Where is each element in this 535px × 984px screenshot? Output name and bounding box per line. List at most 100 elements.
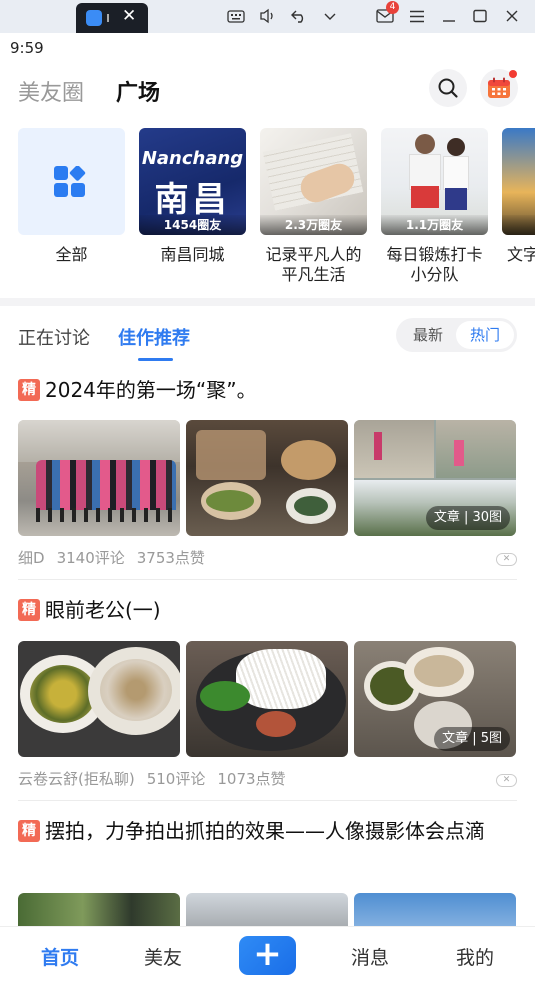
menu-icon[interactable] [405, 5, 429, 27]
calendar-icon [488, 77, 510, 98]
post-card[interactable]: 精 2024年的第一场“聚”。 文章 | 30图 细D 3140评论 3753点赞 ✕ [0, 366, 535, 580]
circle-name: 每日锻炼打卡小分队 [386, 245, 483, 284]
post-author[interactable]: 细D [18, 549, 45, 567]
circle-ordinary-life-thumb: 2.3万圈友 [260, 128, 367, 235]
post-image[interactable] [186, 420, 348, 536]
status-bar: 9:59 [0, 33, 535, 63]
circle-banner-cn: 南昌 [154, 180, 231, 220]
tab-meiyouquan[interactable]: 美友圈 [18, 75, 84, 107]
circle-all[interactable]: 全部 [18, 128, 125, 265]
tab-menu-icon [107, 14, 111, 22]
post-title-text: 摆拍，力争拍出抓拍的效果——人像摄影体会点滴 [45, 819, 485, 843]
post-meta: 细D 3140评论 3753点赞 [18, 547, 217, 568]
tab-guangchang[interactable]: 广场 [116, 75, 160, 107]
sort-toggle: 最新 热门 [396, 318, 517, 352]
dismiss-post-button[interactable]: ✕ [496, 774, 517, 787]
post-image[interactable] [186, 893, 348, 926]
mail-icon[interactable]: 4 [373, 1, 399, 27]
post-image[interactable] [18, 893, 180, 926]
post-author[interactable]: 云卷云舒(拒私聊) [18, 770, 135, 788]
post-image[interactable] [18, 641, 180, 757]
nav-messages[interactable]: 消息 [340, 943, 400, 970]
post-title-text: 2024年的第一场“聚”。 [45, 378, 257, 402]
post-likes: 1073点赞 [217, 770, 286, 788]
app-icon [86, 10, 102, 26]
circle-member-count [502, 215, 535, 235]
post-title-text: 眼前老公(一) [45, 598, 161, 622]
featured-badge: 精 [18, 599, 40, 621]
post-image[interactable] [186, 641, 348, 757]
post-card[interactable]: 精摆拍，力争拍出抓拍的效果——人像摄影体会点滴 [0, 806, 535, 926]
post-title[interactable]: 精摆拍，力争拍出抓拍的效果——人像摄影体会点滴 [18, 815, 518, 847]
post-comments: 3140评论 [56, 549, 125, 567]
post-comments: 510评论 [146, 770, 206, 788]
featured-badge: 精 [18, 379, 40, 401]
minimize-icon[interactable] [437, 5, 461, 27]
featured-badge: 精 [18, 820, 40, 842]
post-images: 文章 | 5图 [18, 641, 517, 757]
circle-member-count: 2.3万圈友 [260, 215, 367, 235]
post-likes: 3753点赞 [136, 549, 205, 567]
post-separator [18, 800, 517, 801]
bottom-nav: 首页 美友 + 消息 我的 [0, 926, 535, 984]
chevron-down-icon[interactable] [318, 5, 342, 27]
circle-member-count: 1454圈友 [139, 215, 246, 235]
post-card[interactable]: 精眼前老公(一) 文章 | 5图 云卷云舒(拒私聊) 510评论 1073点赞 ✕ [0, 586, 535, 801]
circle-daily-exercise[interactable]: 1.1万圈友 每日锻炼打卡小分队 [381, 128, 488, 285]
section-divider [0, 298, 535, 306]
grid-icon [54, 166, 86, 197]
emulator-titlebar: ✕ 4 [0, 0, 535, 33]
post-meta: 云卷云舒(拒私聊) 510评论 1073点赞 [18, 768, 298, 789]
status-time: 9:59 [10, 39, 44, 57]
maximize-icon[interactable] [468, 5, 492, 27]
post-image-count-tag: 文章 | 30图 [425, 506, 510, 530]
circle-name: 记录平凡人的平凡生活 [265, 245, 362, 284]
search-icon [438, 78, 458, 98]
circle-name: 南昌同城 [160, 245, 225, 264]
mail-badge: 4 [386, 1, 399, 14]
volume-icon[interactable] [256, 5, 280, 27]
page-header: 美友圈 广场 [0, 63, 535, 119]
app-tab[interactable]: ✕ [76, 3, 148, 33]
post-title[interactable]: 精 2024年的第一场“聚”。 [18, 374, 518, 406]
nav-home[interactable]: 首页 [30, 943, 90, 970]
circle-nanchang[interactable]: Nanchang 南昌 1454圈友 南昌同城 [139, 128, 246, 265]
create-post-button[interactable]: + [239, 936, 296, 975]
post-image[interactable] [354, 893, 516, 926]
circle-text-thumb [502, 128, 535, 235]
post-image[interactable] [18, 420, 180, 536]
post-image-count-tag: 文章 | 5图 [434, 727, 510, 751]
nav-friends[interactable]: 美友 [133, 943, 193, 970]
post-images: 文章 | 30图 [18, 420, 517, 536]
feed-tabs: 正在讨论 佳作推荐 最新 热门 [0, 306, 535, 366]
keyboard-icon[interactable] [224, 5, 248, 27]
search-button[interactable] [429, 69, 467, 107]
circle-daily-exercise-thumb: 1.1万圈友 [381, 128, 488, 235]
sort-latest[interactable]: 最新 [399, 321, 457, 349]
circle-nanchang-thumb: Nanchang 南昌 1454圈友 [139, 128, 246, 235]
post-image[interactable]: 文章 | 30图 [354, 420, 516, 536]
tab-discussing[interactable]: 正在讨论 [18, 324, 90, 350]
post-separator [18, 579, 517, 580]
post-image[interactable]: 文章 | 5图 [354, 641, 516, 757]
circle-banner-en: Nanchang [141, 148, 244, 169]
circle-member-count: 1.1万圈友 [381, 215, 488, 235]
post-images [18, 893, 517, 926]
post-title[interactable]: 精眼前老公(一) [18, 594, 518, 626]
dismiss-post-button[interactable]: ✕ [496, 553, 517, 566]
sort-hot[interactable]: 热门 [456, 321, 514, 349]
circle-name: 全部 [55, 245, 88, 264]
back-icon[interactable] [287, 5, 311, 27]
circle-ordinary-life[interactable]: 2.3万圈友 记录平凡人的平凡生活 [260, 128, 367, 285]
circle-text[interactable]: 文字 [502, 128, 535, 265]
close-window-icon[interactable] [500, 5, 524, 27]
close-tab-icon[interactable]: ✕ [122, 6, 136, 26]
active-tab-indicator [138, 358, 173, 361]
circle-name: 文字 [507, 245, 535, 264]
calendar-button[interactable] [480, 69, 518, 107]
tab-recommended[interactable]: 佳作推荐 [118, 324, 190, 350]
circle-all-thumb [18, 128, 125, 235]
notification-dot [509, 70, 517, 78]
circle-list: 全部 Nanchang 南昌 1454圈友 南昌同城 2.3万圈友 记录平凡人的… [0, 128, 535, 288]
nav-me[interactable]: 我的 [445, 943, 505, 970]
